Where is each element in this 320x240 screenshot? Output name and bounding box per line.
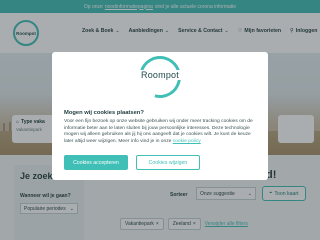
cookie-modal-title: Mogen wij cookies plaatsen?	[64, 110, 144, 116]
change-cookies-button[interactable]: Cookies wijzigen	[136, 155, 200, 170]
modal-logo-text: Roompot	[133, 70, 187, 80]
cookie-consent-modal: Roompot Mogen wij cookies plaatsen? Voor…	[52, 48, 268, 180]
cookie-body-text: Voor een fijn bezoek op onze website geb…	[64, 119, 253, 145]
cookie-policy-link[interactable]: cookie policy	[173, 139, 201, 144]
roompot-modal-logo: Roompot	[131, 48, 189, 106]
accept-cookies-button[interactable]: Cookies accepteren	[64, 155, 128, 170]
cookie-modal-body: Voor een fijn bezoek op onze website geb…	[64, 119, 260, 146]
